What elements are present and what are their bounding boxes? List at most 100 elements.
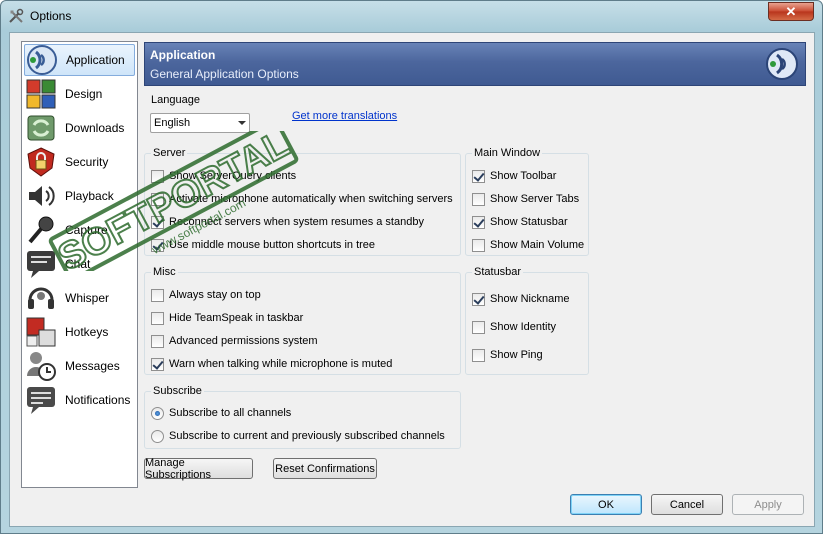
radio-button[interactable] bbox=[151, 429, 164, 443]
show-serverquery-checkbox[interactable]: Show ServerQuery clients bbox=[151, 168, 296, 184]
sidebar-item-security[interactable]: Security bbox=[24, 146, 135, 178]
download-icon bbox=[27, 115, 55, 141]
palette-icon bbox=[26, 79, 56, 109]
sidebar-item-whisper[interactable]: Whisper bbox=[24, 282, 135, 314]
show-nickname-checkbox[interactable]: Show Nickname bbox=[472, 291, 569, 307]
option-label: Hide TeamSpeak in taskbar bbox=[169, 312, 304, 324]
sidebar-item-label: Design bbox=[65, 87, 103, 101]
show-server-tabs-checkbox[interactable]: Show Server Tabs bbox=[472, 191, 579, 207]
checkbox-box[interactable] bbox=[472, 169, 485, 183]
checkbox-box[interactable] bbox=[151, 238, 164, 252]
options-window: Options ✕ Application Design Downloads S… bbox=[0, 0, 823, 534]
teamspeak-logo-icon bbox=[766, 48, 798, 80]
sidebar-item-downloads[interactable]: Downloads bbox=[24, 112, 135, 144]
language-value: English bbox=[154, 117, 191, 129]
sidebar-item-label: Hotkeys bbox=[65, 325, 109, 339]
always-on-top-checkbox[interactable]: Always stay on top bbox=[151, 287, 261, 303]
hide-in-taskbar-checkbox[interactable]: Hide TeamSpeak in taskbar bbox=[151, 310, 303, 326]
sidebar-item-label: Chat bbox=[65, 257, 91, 271]
advanced-permissions-checkbox[interactable]: Advanced permissions system bbox=[151, 333, 318, 349]
sidebar-item-design[interactable]: Design bbox=[24, 78, 135, 110]
option-label: Warn when talking while microphone is mu… bbox=[169, 358, 393, 370]
chevron-down-icon bbox=[238, 121, 246, 125]
manage-subscriptions-button[interactable]: Manage Subscriptions bbox=[144, 457, 253, 481]
messages-icon bbox=[27, 352, 56, 381]
subscribe-current-radio[interactable]: Subscribe to current and previously subs… bbox=[151, 428, 445, 444]
reset-confirmations-button[interactable]: Reset Confirmations bbox=[273, 458, 377, 479]
microphone-icon bbox=[28, 216, 54, 244]
checkbox-box[interactable] bbox=[151, 334, 164, 348]
checkbox-box[interactable] bbox=[472, 348, 485, 362]
sidebar-item-label: Security bbox=[65, 155, 109, 169]
sidebar-item-playback[interactable]: Playback bbox=[24, 180, 135, 212]
show-toolbar-checkbox[interactable]: Show Toolbar bbox=[472, 168, 556, 184]
checkbox-box[interactable] bbox=[472, 238, 485, 252]
get-translations-link[interactable]: Get more translations bbox=[292, 110, 397, 122]
option-label: Use middle mouse button shortcuts in tre… bbox=[169, 239, 376, 251]
subscribe-group-title: Subscribe bbox=[151, 385, 204, 397]
misc-group: Misc Always stay on top Hide TeamSpeak i… bbox=[144, 266, 461, 375]
server-group-title: Server bbox=[151, 147, 188, 159]
page-header: Application General Application Options bbox=[144, 42, 806, 86]
checkbox-box[interactable] bbox=[151, 192, 164, 206]
show-statusbar-checkbox[interactable]: Show Statusbar bbox=[472, 214, 568, 230]
teamspeak-icon bbox=[27, 45, 57, 75]
server-group: Server Show ServerQuery clients Activate… bbox=[144, 147, 461, 256]
apply-button[interactable]: Apply bbox=[732, 494, 804, 515]
option-label: Show Main Volume bbox=[490, 239, 585, 251]
dialog-client: Application Design Downloads Security Pl… bbox=[9, 32, 815, 527]
notification-icon bbox=[27, 387, 55, 414]
checkbox-box[interactable] bbox=[151, 169, 164, 183]
checkbox-box[interactable] bbox=[151, 311, 164, 325]
sidebar-item-application[interactable]: Application bbox=[24, 44, 135, 76]
statusbar-group: Statusbar Show Nickname Show Identity Sh… bbox=[465, 266, 589, 375]
speaker-icon bbox=[29, 186, 55, 206]
cancel-button[interactable]: Cancel bbox=[651, 494, 723, 515]
radio-button[interactable] bbox=[151, 406, 164, 420]
option-label: Reconnect servers when system resumes a … bbox=[169, 216, 424, 228]
show-identity-checkbox[interactable]: Show Identity bbox=[472, 319, 556, 335]
sidebar-item-label: Messages bbox=[65, 359, 120, 373]
language-select[interactable]: English bbox=[150, 113, 250, 133]
close-button[interactable]: ✕ bbox=[768, 2, 814, 21]
sidebar-item-capture[interactable]: Capture bbox=[24, 214, 135, 246]
option-label: Always stay on top bbox=[169, 289, 261, 301]
option-label: Subscribe to current and previously subs… bbox=[169, 430, 445, 442]
option-label: Subscribe to all channels bbox=[169, 407, 292, 419]
warn-muted-checkbox[interactable]: Warn when talking while microphone is mu… bbox=[151, 356, 392, 372]
show-ping-checkbox[interactable]: Show Ping bbox=[472, 347, 543, 363]
sidebar-item-chat[interactable]: Chat bbox=[24, 248, 135, 280]
option-label: Show Toolbar bbox=[490, 170, 557, 182]
show-main-volume-checkbox[interactable]: Show Main Volume bbox=[472, 237, 584, 253]
reconnect-servers-checkbox[interactable]: Reconnect servers when system resumes a … bbox=[151, 214, 424, 230]
option-label: Show Statusbar bbox=[490, 216, 568, 228]
checkbox-box[interactable] bbox=[472, 292, 485, 306]
subscribe-all-radio[interactable]: Subscribe to all channels bbox=[151, 405, 291, 421]
sidebar-item-messages[interactable]: Messages bbox=[24, 350, 135, 382]
page-title: Application bbox=[150, 48, 216, 62]
lock-icon bbox=[27, 147, 55, 177]
option-label: Show Identity bbox=[490, 321, 557, 333]
checkbox-box[interactable] bbox=[472, 320, 485, 334]
checkbox-box[interactable] bbox=[151, 288, 164, 302]
checkbox-box[interactable] bbox=[151, 215, 164, 229]
statusbar-group-title: Statusbar bbox=[472, 266, 524, 278]
page-subtitle: General Application Options bbox=[150, 67, 299, 81]
headset-icon bbox=[28, 287, 54, 309]
ok-button[interactable]: OK bbox=[570, 494, 642, 515]
option-label: Activate microphone automatically when s… bbox=[169, 193, 453, 205]
tools-icon bbox=[9, 8, 24, 23]
language-label: Language bbox=[151, 94, 200, 106]
checkbox-box[interactable] bbox=[472, 192, 485, 206]
sidebar-item-hotkeys[interactable]: Hotkeys bbox=[24, 316, 135, 348]
keyboard-icon bbox=[26, 317, 56, 347]
sidebar-item-label: Downloads bbox=[65, 121, 125, 135]
option-label: Show ServerQuery clients bbox=[169, 170, 297, 182]
middle-mouse-checkbox[interactable]: Use middle mouse button shortcuts in tre… bbox=[151, 237, 375, 253]
activate-mic-checkbox[interactable]: Activate microphone automatically when s… bbox=[151, 191, 453, 207]
checkbox-box[interactable] bbox=[472, 215, 485, 229]
title-bar[interactable]: Options ✕ bbox=[1, 1, 822, 31]
sidebar-item-label: Whisper bbox=[65, 291, 110, 305]
checkbox-box[interactable] bbox=[151, 357, 164, 371]
sidebar-item-notifications[interactable]: Notifications bbox=[24, 384, 135, 416]
